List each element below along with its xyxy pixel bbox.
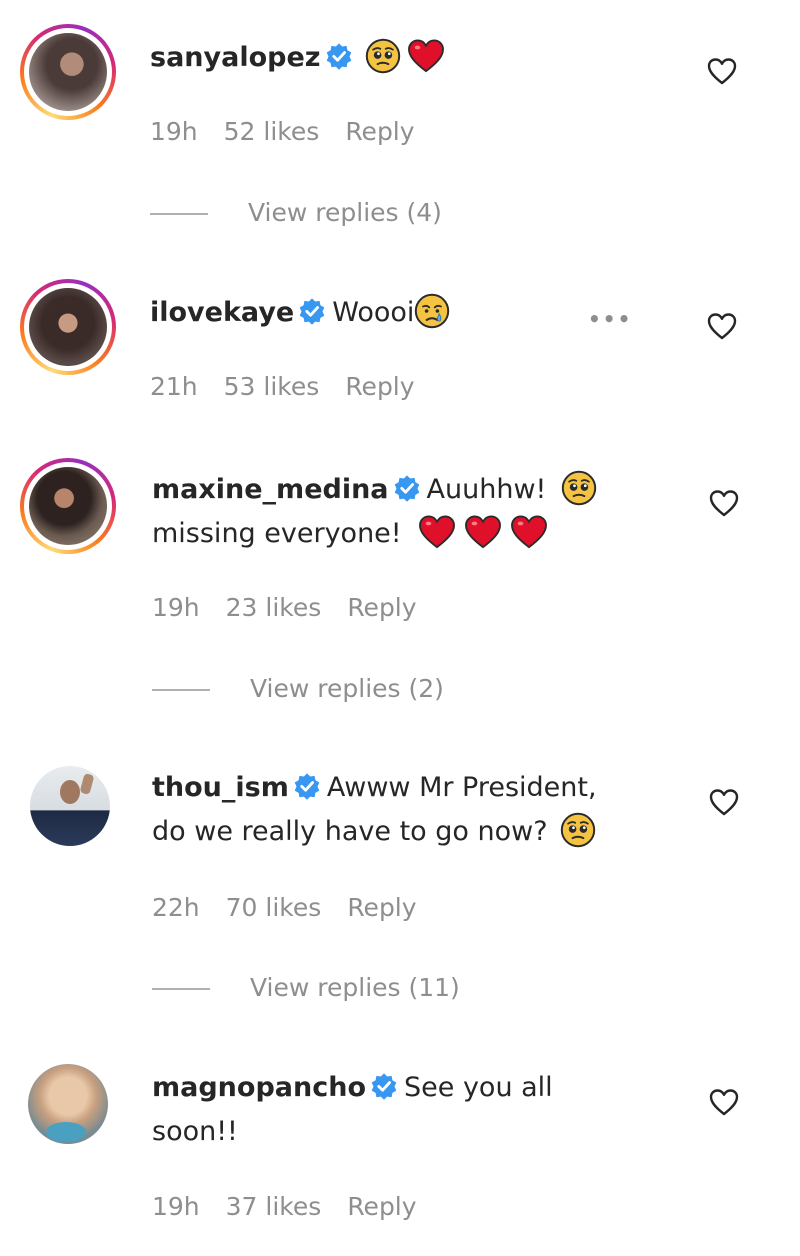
comment-body: sanyalopez — [150, 36, 445, 80]
comment-text: See you all — [404, 1072, 553, 1103]
pleading-face-emoji-icon — [365, 38, 401, 74]
comment-meta: 19h 37 likes Reply — [152, 1192, 443, 1221]
comment-body: ilovekaye Woooi — [150, 291, 450, 335]
more-options-icon[interactable]: ••• — [588, 307, 632, 331]
pleading-face-emoji-icon — [560, 812, 596, 848]
username[interactable]: sanyalopez — [150, 42, 321, 73]
like-count[interactable]: 23 likes — [226, 593, 322, 622]
view-replies-label: View replies (11) — [250, 973, 460, 1002]
view-replies-button[interactable]: View replies (2) — [152, 674, 444, 703]
avatar[interactable] — [28, 1064, 108, 1144]
comment-body: magnopancho See you all soon!! — [152, 1066, 672, 1154]
verified-badge-icon — [298, 297, 326, 325]
red-heart-emoji-icon — [407, 39, 445, 73]
avatar[interactable] — [30, 766, 110, 846]
reply-button[interactable]: Reply — [347, 1192, 416, 1221]
red-heart-emoji-icon — [418, 515, 456, 549]
verified-badge-icon — [370, 1072, 398, 1100]
view-replies-label: View replies (2) — [250, 674, 444, 703]
username[interactable]: thou_ism — [152, 772, 289, 803]
pleading-face-emoji-icon — [561, 470, 597, 506]
comment-text: Woooi — [332, 297, 415, 328]
verified-badge-icon — [393, 474, 421, 502]
view-replies-label: View replies (4) — [248, 198, 442, 227]
username[interactable]: ilovekaye — [150, 297, 294, 328]
reply-button[interactable]: Reply — [345, 372, 414, 401]
comment-time: 21h — [150, 372, 198, 401]
verified-badge-icon — [293, 772, 321, 800]
red-heart-emoji-icon — [464, 515, 502, 549]
view-replies-button[interactable]: View replies (4) — [150, 198, 442, 227]
like-heart-icon[interactable] — [708, 488, 740, 518]
comment-text-line2: soon!! — [152, 1116, 238, 1147]
avatar[interactable] — [20, 279, 116, 375]
comment-body: thou_ism Awww Mr President, do we really … — [152, 766, 672, 854]
comment-meta: 19h 52 likes Reply — [150, 117, 441, 146]
comment-time: 22h — [152, 893, 200, 922]
like-heart-icon[interactable] — [706, 56, 738, 86]
crying-face-emoji-icon — [414, 293, 450, 329]
like-heart-icon[interactable] — [706, 311, 738, 341]
divider-line — [152, 689, 210, 691]
like-count[interactable]: 70 likes — [226, 893, 322, 922]
comment-time: 19h — [152, 593, 200, 622]
comment-meta: 21h 53 likes Reply — [150, 372, 441, 401]
like-heart-icon[interactable] — [708, 1087, 740, 1117]
like-count[interactable]: 53 likes — [224, 372, 320, 401]
comment-text: Awww Mr President, — [326, 772, 597, 803]
comment-text: Auuhhw! — [426, 474, 547, 505]
view-replies-button[interactable]: View replies (11) — [152, 973, 460, 1002]
comment-time: 19h — [152, 1192, 200, 1221]
like-count[interactable]: 37 likes — [226, 1192, 322, 1221]
like-count[interactable]: 52 likes — [224, 117, 320, 146]
username[interactable]: maxine_medina — [152, 474, 389, 505]
comment-text-line2: missing everyone! — [152, 518, 402, 549]
comment-meta: 19h 23 likes Reply — [152, 593, 443, 622]
reply-button[interactable]: Reply — [347, 593, 416, 622]
comment-text-line2: do we really have to go now? — [152, 816, 548, 847]
avatar[interactable] — [20, 458, 116, 554]
comment-time: 19h — [150, 117, 198, 146]
like-heart-icon[interactable] — [708, 787, 740, 817]
avatar[interactable] — [20, 24, 116, 120]
comment-meta: 22h 70 likes Reply — [152, 893, 443, 922]
reply-button[interactable]: Reply — [347, 893, 416, 922]
red-heart-emoji-icon — [510, 515, 548, 549]
verified-badge-icon — [325, 42, 353, 70]
divider-line — [152, 988, 210, 990]
username[interactable]: magnopancho — [152, 1072, 366, 1103]
comment-body: maxine_medina Auuhhw! missing everyone! — [152, 468, 672, 556]
reply-button[interactable]: Reply — [345, 117, 414, 146]
divider-line — [150, 213, 208, 215]
